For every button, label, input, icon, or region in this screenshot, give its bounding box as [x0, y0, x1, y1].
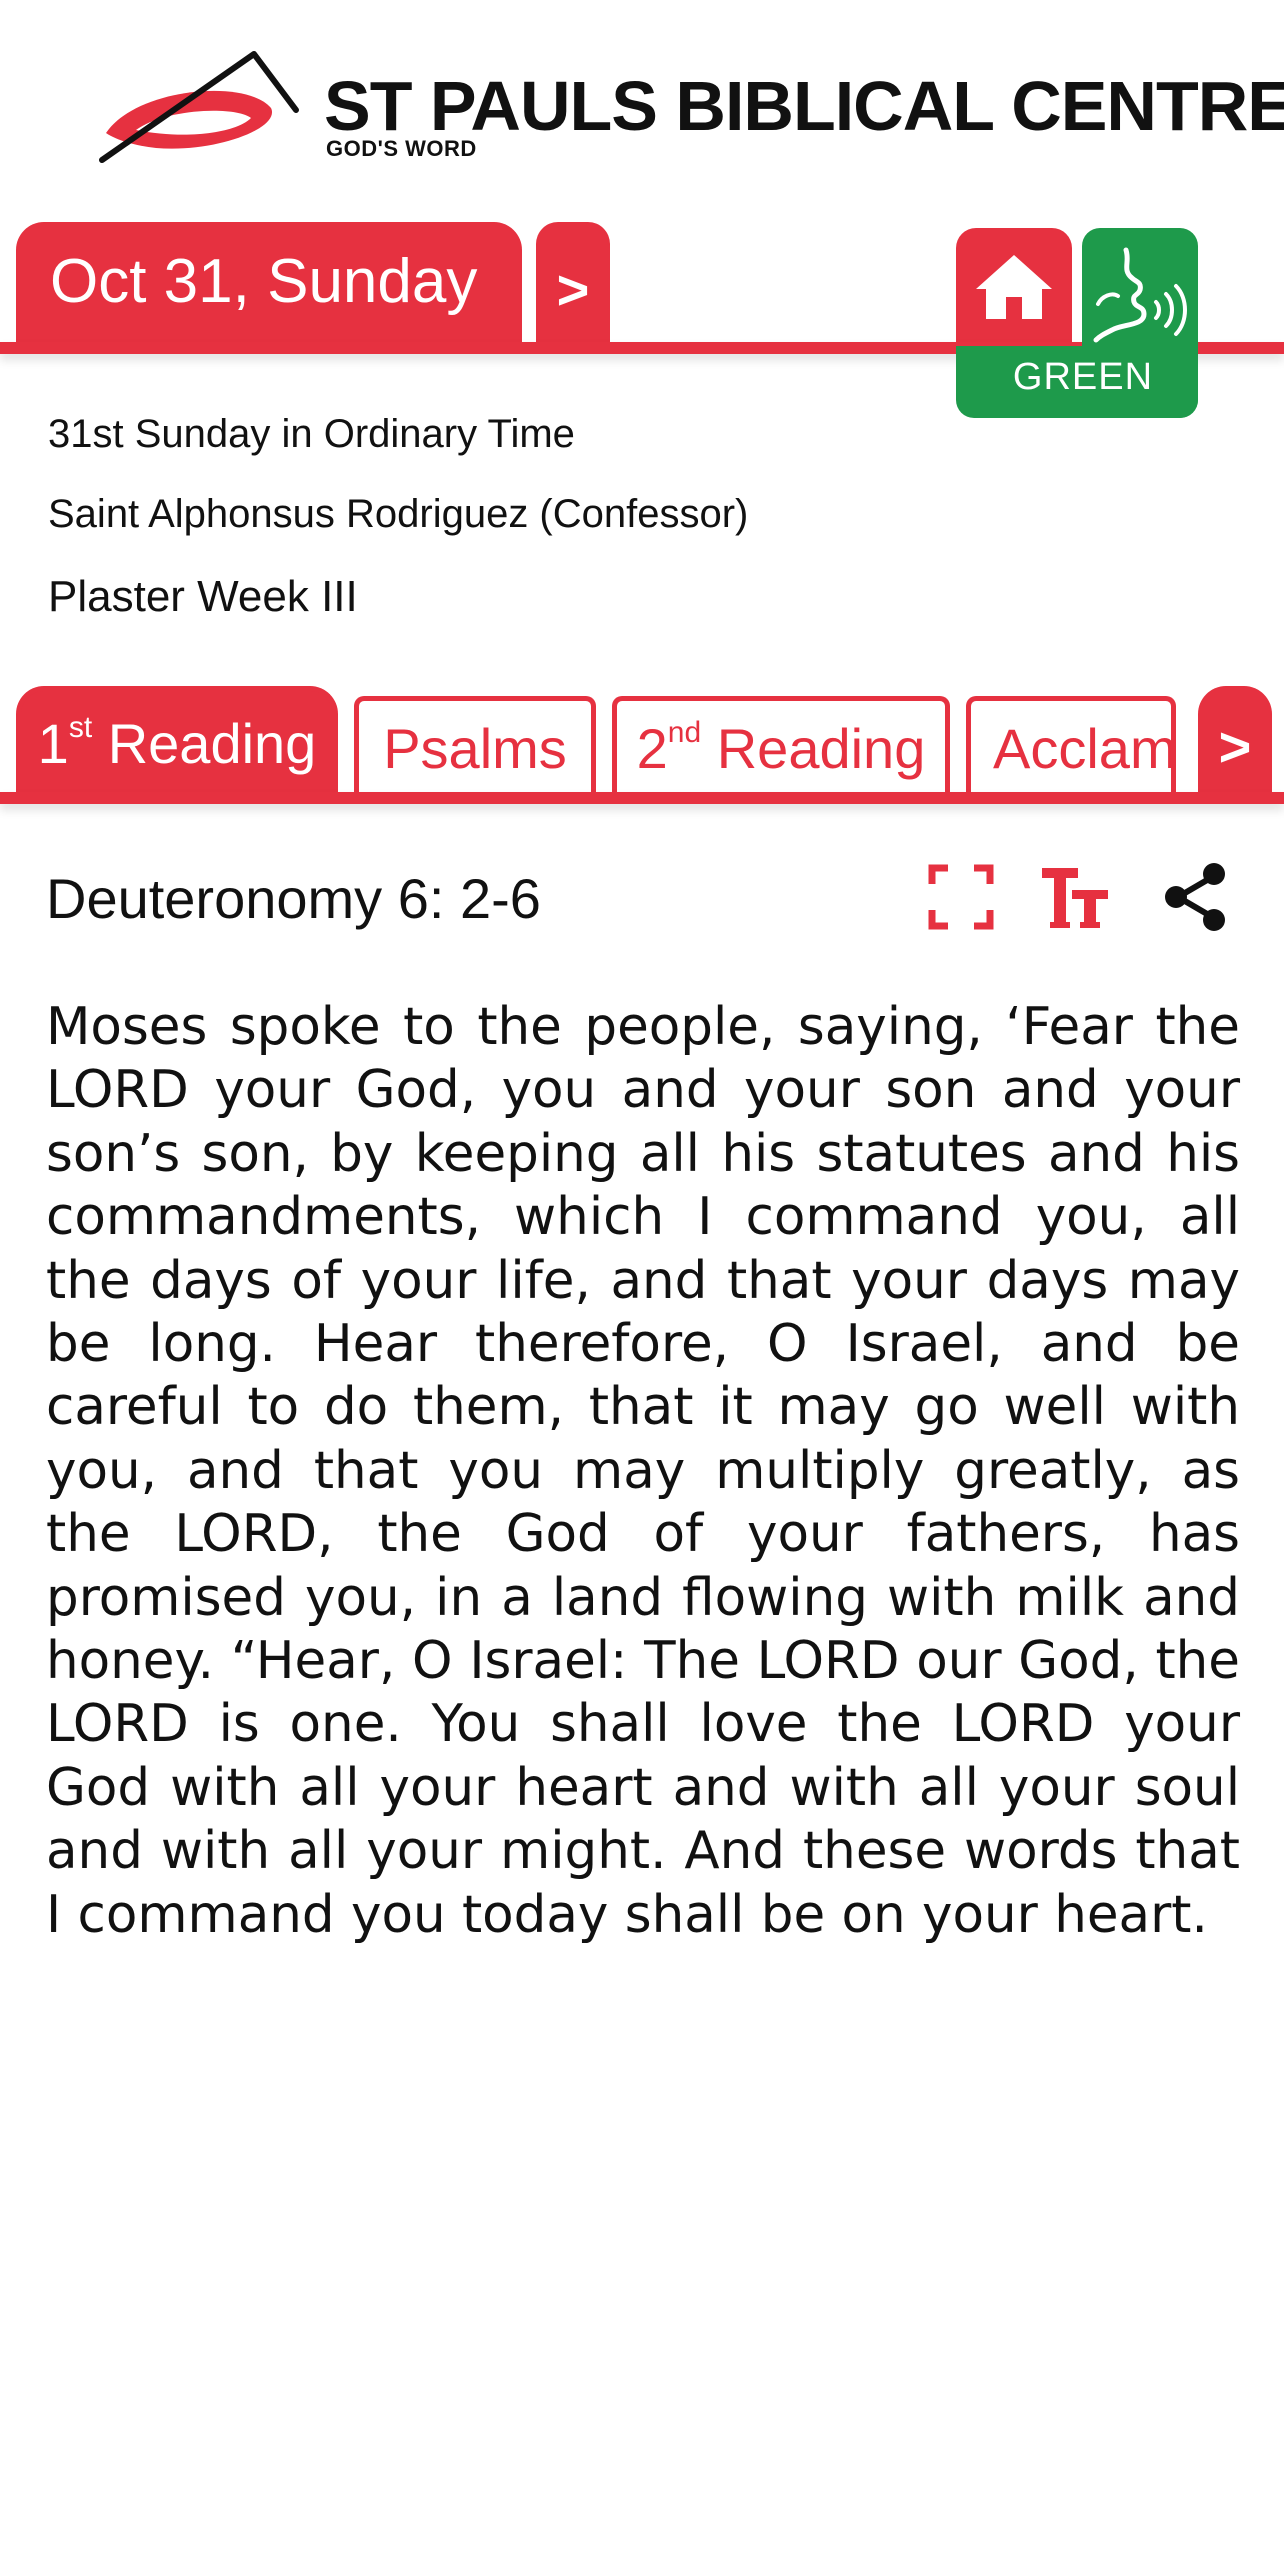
home-button[interactable]	[956, 228, 1072, 346]
reading-text: Moses spoke to the people, saying, ‘Fear…	[46, 997, 1240, 1945]
liturgical-day: 31st Sunday in Ordinary Time	[48, 412, 575, 456]
home-icon	[976, 255, 1052, 319]
tabs-scroll-next-button[interactable]: >	[1198, 686, 1272, 796]
tab-first-reading[interactable]: 1st Reading	[16, 686, 338, 796]
st-pauls-swoosh-logo-icon	[99, 51, 299, 163]
app-subtitle: GOD'S WORD	[326, 136, 477, 161]
speaking-head-icon	[1093, 247, 1187, 343]
app-logo: ST PAULS BIBLICAL CENTRE GOD'S WORD	[96, 48, 1284, 168]
saint-of-day: Saint Alphonsus Rodriguez (Confessor)	[48, 492, 749, 536]
date-selector-button[interactable]: Oct 31, Sunday	[16, 222, 522, 346]
scripture-reference: Deuteronomy 6: 2-6	[46, 867, 541, 930]
tab-psalms[interactable]: Psalms	[354, 696, 596, 796]
text-size-button[interactable]	[1040, 862, 1110, 932]
tab-acclamation[interactable]: Acclam	[966, 696, 1176, 796]
tab-second-reading[interactable]: 2nd Reading	[612, 696, 950, 796]
share-button[interactable]	[1160, 862, 1230, 932]
share-icon	[1165, 863, 1225, 931]
psalter-week: Plaster Week III	[48, 572, 358, 621]
fullscreen-icon	[928, 864, 994, 930]
tabs-divider	[0, 792, 1284, 804]
app-title: ST PAULS BIBLICAL CENTRE	[324, 67, 1284, 145]
next-day-button[interactable]: >	[536, 222, 610, 346]
fullscreen-button[interactable]	[926, 862, 996, 932]
liturgical-color-label: GREEN	[1012, 356, 1154, 398]
text-size-icon	[1042, 868, 1108, 928]
